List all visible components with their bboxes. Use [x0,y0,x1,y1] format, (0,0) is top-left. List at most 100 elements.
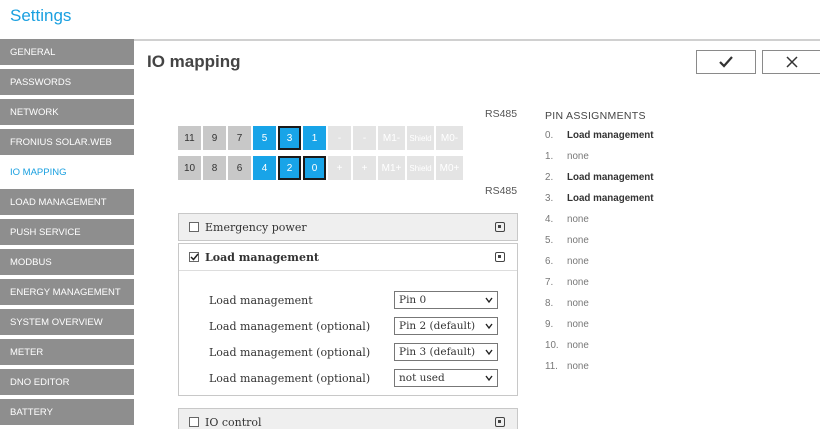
io-control-label: IO control [205,415,262,429]
load-management-row-label: Load management [209,293,313,307]
sidebar-item-passwords[interactable]: PASSWORDS [0,69,134,97]
pin-button[interactable]: Shield [407,156,434,180]
pin-button[interactable]: Shield [407,126,434,150]
collapse-toggle-icon[interactable] [495,252,505,262]
pin-button[interactable]: 0 [303,156,326,180]
chevron-down-icon [485,375,493,382]
pin-button[interactable]: + [353,156,376,180]
select-value: Pin 0 [399,294,427,306]
pin-assignment-value: none [567,319,589,330]
pin-button[interactable]: 1 [303,126,326,150]
pin-button[interactable]: 5 [253,126,276,150]
sidebar-item-push-service[interactable]: PUSH SERVICE [0,219,134,247]
emergency-power-panel: Emergency power [178,213,518,241]
checkmark-icon [719,56,733,68]
pin-assignment-row: 2. Load management [545,172,654,186]
pin-assignment-value: none [567,361,589,372]
emergency-power-label: Emergency power [205,220,307,234]
pin-number: 6. [545,256,554,267]
select-value: Pin 2 (default) [399,320,476,332]
sidebar-item-energy-management[interactable]: ENERGY MANAGEMENT [0,279,134,307]
sidebar-item-io-mapping[interactable]: IO MAPPING [0,159,134,187]
load-management-checkbox[interactable] [189,252,199,262]
load-management-label: Load management [205,250,320,264]
load-management-pin-select[interactable]: not used [394,369,498,387]
pin-button[interactable]: 11 [178,126,201,150]
pin-button[interactable]: 6 [228,156,251,180]
pin-assignments-title: PIN ASSIGNMENTS [545,110,646,122]
pin-assignment-row: 6. none [545,256,589,270]
pin-assignment-row: 11. none [545,361,589,375]
pin-button[interactable]: M1+ [378,156,405,180]
load-management-pin-select[interactable]: Pin 3 (default) [394,343,498,361]
sidebar-item-load-management[interactable]: LOAD MANAGEMENT [0,189,134,217]
pin-number: 4. [545,214,554,225]
select-value: not used [399,372,445,384]
load-management-row-label: Load management (optional) [209,345,371,359]
pin-number: 3. [545,193,554,204]
pin-assignment-row: 5. none [545,235,589,249]
pin-assignment-row: 8. none [545,298,589,312]
rs485-label-top: RS485 [485,108,518,120]
pin-assignment-value: none [567,277,589,288]
pin-button[interactable]: 7 [228,126,251,150]
load-management-row-label: Load management (optional) [209,319,371,333]
collapse-toggle-icon[interactable] [495,417,505,427]
pin-button[interactable]: - [328,126,351,150]
load-management-pin-select[interactable]: Pin 2 (default) [394,317,498,335]
pin-button[interactable]: 3 [278,126,301,150]
confirm-button[interactable] [696,50,756,74]
pin-assignment-value: Load management [567,172,654,183]
sidebar-item-fronius-solar-web[interactable]: FRONIUS SOLAR.WEB [0,129,134,157]
pin-number: 8. [545,298,554,309]
emergency-power-checkbox[interactable] [189,222,199,232]
sidebar-item-network[interactable]: NETWORK [0,99,134,127]
pin-number: 7. [545,277,554,288]
io-control-panel: IO control [178,408,518,429]
pin-button[interactable]: M1- [378,126,405,150]
pin-number: 1. [545,151,554,162]
pin-button[interactable]: 4 [253,156,276,180]
pin-number: 10. [545,340,559,351]
io-control-header[interactable]: IO control [179,409,517,429]
pin-button[interactable]: M0- [436,126,463,150]
cancel-button[interactable] [762,50,820,74]
chevron-down-icon [485,297,493,304]
pin-assignment-row: 3. Load management [545,193,654,207]
pin-number: 5. [545,235,554,246]
chevron-down-icon [485,323,493,330]
pin-button[interactable]: M0+ [436,156,463,180]
emergency-power-header[interactable]: Emergency power [179,214,517,240]
sidebar: GENERAL PASSWORDS NETWORK FRONIUS SOLAR.WEB… [0,39,134,429]
sidebar-item-battery[interactable]: BATTERY [0,399,134,427]
pin-assignment-value: none [567,298,589,309]
sidebar-item-modbus[interactable]: MODBUS [0,249,134,277]
pin-row-top: 11 9 7 5 3 1- - M1- Shield M0- [178,126,463,150]
pin-assignment-row: 10. none [545,340,589,354]
load-management-header[interactable]: Load management [179,244,517,270]
pin-button[interactable]: + [328,156,351,180]
chevron-down-icon [485,349,493,356]
pin-button[interactable]: - [353,126,376,150]
pin-assignment-row: 4. none [545,214,589,228]
pin-assignment-row: 1. none [545,151,589,165]
io-control-checkbox[interactable] [189,417,199,427]
select-value: Pin 3 (default) [399,346,476,358]
pin-assignment-value: Load management [567,130,654,141]
sidebar-item-dno-editor[interactable]: DNO EDITOR [0,369,134,397]
pin-button[interactable]: 9 [203,126,226,150]
sidebar-item-general[interactable]: GENERAL [0,39,134,67]
pin-assignment-value: none [567,340,589,351]
pin-row-bottom: 10 8 6 4 2 0 + + M1+ Shield M0+ [178,156,463,180]
pin-assignment-value: none [567,151,589,162]
pin-assignment-value: none [567,256,589,267]
pin-button[interactable]: 8 [203,156,226,180]
pin-number: 0. [545,130,554,141]
pin-button[interactable]: 10 [178,156,201,180]
load-management-pin-select[interactable]: Pin 0 [394,291,498,309]
load-management-panel: Load management Load management Pin 0 Load… [178,243,518,396]
sidebar-item-system-overview[interactable]: SYSTEM OVERVIEW [0,309,134,337]
collapse-toggle-icon[interactable] [495,222,505,232]
sidebar-item-meter[interactable]: METER [0,339,134,367]
pin-button[interactable]: 2 [278,156,301,180]
